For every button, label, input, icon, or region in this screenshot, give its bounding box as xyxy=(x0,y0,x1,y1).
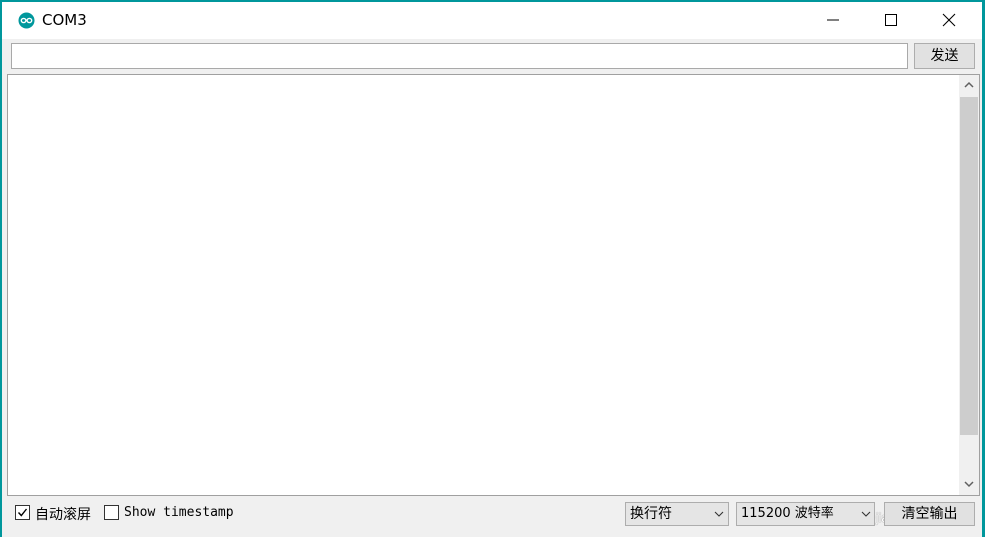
close-button[interactable] xyxy=(921,2,979,39)
scroll-down-button[interactable] xyxy=(959,475,979,495)
checkmark-icon xyxy=(17,508,28,517)
baud-rate-select[interactable]: 115200 波特率 xyxy=(736,502,875,526)
chevron-down-icon xyxy=(964,481,974,488)
window-border-left xyxy=(0,0,2,537)
title-bar[interactable]: COM3 xyxy=(2,2,982,39)
scroll-thumb[interactable] xyxy=(960,97,978,435)
scroll-up-button[interactable] xyxy=(959,75,979,95)
chevron-up-icon xyxy=(964,81,974,88)
serial-monitor-window: COM3 发送 自动滚屏 Show timestamp CSDN @jiamin… xyxy=(0,0,985,537)
clear-output-button[interactable]: 清空输出 xyxy=(884,502,975,526)
baud-rate-value: 115200 波特率 xyxy=(741,506,834,521)
line-ending-select[interactable]: 换行符 xyxy=(625,502,729,526)
line-ending-value: 换行符 xyxy=(630,506,672,522)
minimize-button[interactable] xyxy=(805,2,863,39)
minimize-icon xyxy=(827,19,839,21)
close-icon xyxy=(942,13,956,27)
autoscroll-label[interactable]: 自动滚屏 xyxy=(35,504,91,524)
footer-bar: 自动滚屏 Show timestamp CSDN @jiaming-ice 换行… xyxy=(0,498,985,537)
chevron-down-icon xyxy=(714,511,724,517)
window-title: COM3 xyxy=(42,11,87,29)
timestamp-label[interactable]: Show timestamp xyxy=(124,505,234,520)
send-button[interactable]: 发送 xyxy=(914,43,975,69)
timestamp-checkbox[interactable] xyxy=(104,505,119,520)
send-input[interactable] xyxy=(11,43,908,69)
maximize-button[interactable] xyxy=(863,2,921,39)
vertical-scrollbar[interactable] xyxy=(959,75,979,495)
chevron-down-icon xyxy=(861,511,871,517)
arduino-icon xyxy=(18,12,35,29)
autoscroll-checkbox[interactable] xyxy=(15,505,30,520)
serial-output-area[interactable] xyxy=(7,74,980,496)
maximize-icon xyxy=(885,14,897,26)
